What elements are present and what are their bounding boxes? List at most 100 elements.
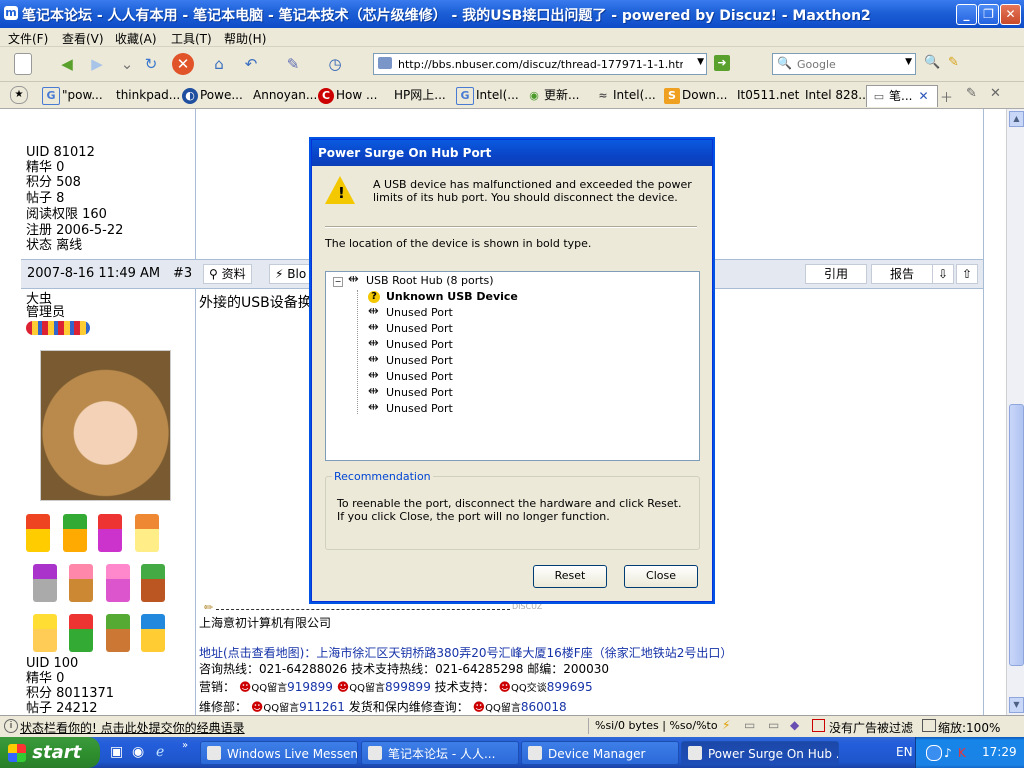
home-icon[interactable]: ⌂ [208, 53, 230, 75]
zoom-icon[interactable] [922, 719, 936, 732]
usb-tree[interactable]: − USB Root Hub (8 ports) ? Unknown USB De… [325, 271, 700, 461]
ad-filter-icon[interactable] [812, 719, 825, 732]
taskbar-button-messenger[interactable]: Windows Live Messen... [200, 741, 358, 765]
history-dropdown-icon[interactable]: ⌄ [116, 53, 138, 75]
lightning-icon[interactable]: ⚡ [722, 718, 730, 732]
port-node[interactable]: Unused Port [368, 384, 453, 400]
chevron-down-icon[interactable]: ▼ [697, 57, 704, 67]
url-input[interactable] [396, 55, 685, 73]
menu-tools[interactable]: 工具(T) [171, 30, 212, 47]
zoom-level[interactable]: 缩放:100% [938, 719, 1000, 736]
qq-msg-label[interactable]: QQ留言 [349, 683, 385, 694]
port-node[interactable]: Unused Port [368, 336, 453, 352]
search-box[interactable]: 🔍 ▼ [772, 53, 916, 75]
forward-icon[interactable]: ▶ [86, 53, 108, 75]
minimize-button[interactable]: _ [956, 4, 977, 25]
tab-9[interactable]: ≈ Intel(... [591, 85, 655, 106]
folder-icon[interactable]: ▭ [744, 718, 755, 732]
port-node[interactable]: Unused Port [368, 400, 453, 416]
tray-expand-icon[interactable] [926, 745, 942, 761]
quote-button[interactable]: 引用 [805, 264, 867, 284]
qq-chat-label[interactable]: QQ交谈 [511, 683, 547, 694]
qq-link-4[interactable]: 911261 [299, 700, 345, 714]
tab-6[interactable]: HP网上... [390, 85, 446, 106]
address-bar[interactable]: ▼ [373, 53, 707, 75]
clock-icon[interactable]: ◷ [324, 53, 346, 75]
tab-8[interactable]: ◉ 更新... [522, 85, 579, 106]
blog-button[interactable]: ⚡ Blo [269, 264, 313, 284]
menu-file[interactable]: 文件(F) [8, 30, 48, 47]
qq-link-1[interactable]: 919899 [287, 680, 333, 694]
search-engine-dropdown-icon[interactable]: ▼ [905, 57, 912, 67]
port-node[interactable]: Unused Port [368, 352, 453, 368]
close-window-button[interactable]: ✕ [1000, 4, 1021, 25]
favorites-star-icon[interactable]: ★ [10, 86, 28, 104]
scroll-thumb[interactable] [1009, 404, 1024, 666]
magic-wand-icon[interactable]: ✎ [282, 53, 304, 75]
sig-address-link[interactable]: 地址(点击查看地图)：上海市徐汇区天钥桥路380弄20号汇峰大厦16楼F座（徐家… [199, 644, 732, 661]
scroll-up-icon[interactable]: ▲ [1009, 111, 1024, 127]
close-all-icon[interactable]: ✕ [990, 86, 1001, 101]
back-to-top-icon[interactable]: ⇧ [956, 264, 978, 284]
qq-msg-label[interactable]: QQ留言 [485, 703, 521, 714]
unknown-device-node[interactable]: ? Unknown USB Device [368, 290, 518, 303]
new-page-icon[interactable] [14, 53, 32, 75]
tab-2[interactable]: thinkpad... [112, 85, 180, 106]
internet-explorer-icon[interactable]: ℯ [156, 744, 164, 760]
taskbar-button-power-surge[interactable]: Power Surge On Hub ... [681, 741, 839, 765]
collapse-icon[interactable]: − [333, 277, 343, 287]
reset-button[interactable]: Reset [533, 565, 607, 588]
tab-7[interactable]: G Intel(... [452, 85, 519, 106]
tab-5[interactable]: C How ... [314, 85, 377, 106]
language-indicator[interactable]: EN [896, 745, 913, 759]
tab-1[interactable]: G "pow... [38, 85, 103, 106]
taskbar-button-maxthon[interactable]: 笔记本论坛 - 人人... [361, 741, 519, 765]
profile-button[interactable]: ⚲ 资料 [203, 264, 252, 284]
tab-11[interactable]: It0511.net [733, 85, 799, 106]
highlight-icon[interactable]: ✎ [948, 55, 959, 70]
tab-12[interactable]: Intel 828... [801, 85, 870, 106]
new-tab-icon[interactable]: ＋ [940, 87, 953, 106]
qq-link-3[interactable]: 899695 [547, 680, 593, 694]
stop-icon[interactable]: ✕ [172, 53, 194, 75]
qq-msg-label[interactable]: QQ留言 [251, 683, 287, 694]
vertical-scrollbar[interactable]: ▲ ▼ [1006, 109, 1024, 715]
quicklaunch-expand-icon[interactable]: » [182, 740, 188, 751]
port-node[interactable]: Unused Port [368, 304, 453, 320]
status-message-link[interactable]: 状态栏看你的! 点击此处提交你的经典语录 [20, 719, 245, 736]
taskbar-button-device-manager[interactable]: Device Manager [521, 741, 679, 765]
menu-favorites[interactable]: 收藏(A) [115, 30, 157, 47]
report-button[interactable]: 报告 [871, 264, 933, 284]
tab-4[interactable]: Annoyan... [249, 85, 317, 106]
antivirus-icon[interactable]: K [958, 746, 966, 760]
tab-3[interactable]: ◐ Powe... [178, 85, 243, 106]
back-icon[interactable]: ◀ [56, 53, 78, 75]
jump-icon[interactable]: ⇩ [932, 264, 954, 284]
tools-icon[interactable]: ✎ [966, 86, 977, 101]
menu-help[interactable]: 帮助(H) [224, 30, 266, 47]
search-go-icon[interactable]: 🔍 [924, 55, 940, 70]
start-button[interactable]: start [0, 737, 100, 768]
refresh-icon[interactable]: ↻ [140, 53, 162, 75]
diamond-icon[interactable]: ◆ [790, 718, 799, 732]
port-node[interactable]: Unused Port [368, 320, 453, 336]
root-hub-node[interactable]: USB Root Hub (8 ports) [348, 272, 494, 288]
port-node[interactable]: Unused Port [368, 368, 453, 384]
menu-view[interactable]: 查看(V) [62, 30, 104, 47]
maximize-button[interactable]: ❐ [978, 4, 999, 25]
media-player-icon[interactable]: ◉ [132, 744, 144, 760]
close-tab-icon[interactable]: ✕ [918, 89, 928, 103]
qq-link-2[interactable]: 899899 [385, 680, 431, 694]
copy-icon[interactable]: ▭ [768, 718, 779, 732]
search-input[interactable] [795, 55, 899, 73]
volume-icon[interactable]: ♪ [944, 746, 952, 760]
show-desktop-icon[interactable]: ▣ [110, 744, 123, 760]
tab-10[interactable]: S Down... [660, 85, 727, 106]
qq-link-5[interactable]: 860018 [521, 700, 567, 714]
scroll-down-icon[interactable]: ▼ [1009, 697, 1024, 713]
qq-msg-label[interactable]: QQ留言 [263, 703, 299, 714]
undo-close-icon[interactable]: ↶ [240, 53, 262, 75]
tab-active[interactable]: ▭ 笔... ✕ [866, 85, 938, 107]
close-button[interactable]: Close [624, 565, 698, 588]
go-icon[interactable]: ➜ [714, 55, 730, 71]
